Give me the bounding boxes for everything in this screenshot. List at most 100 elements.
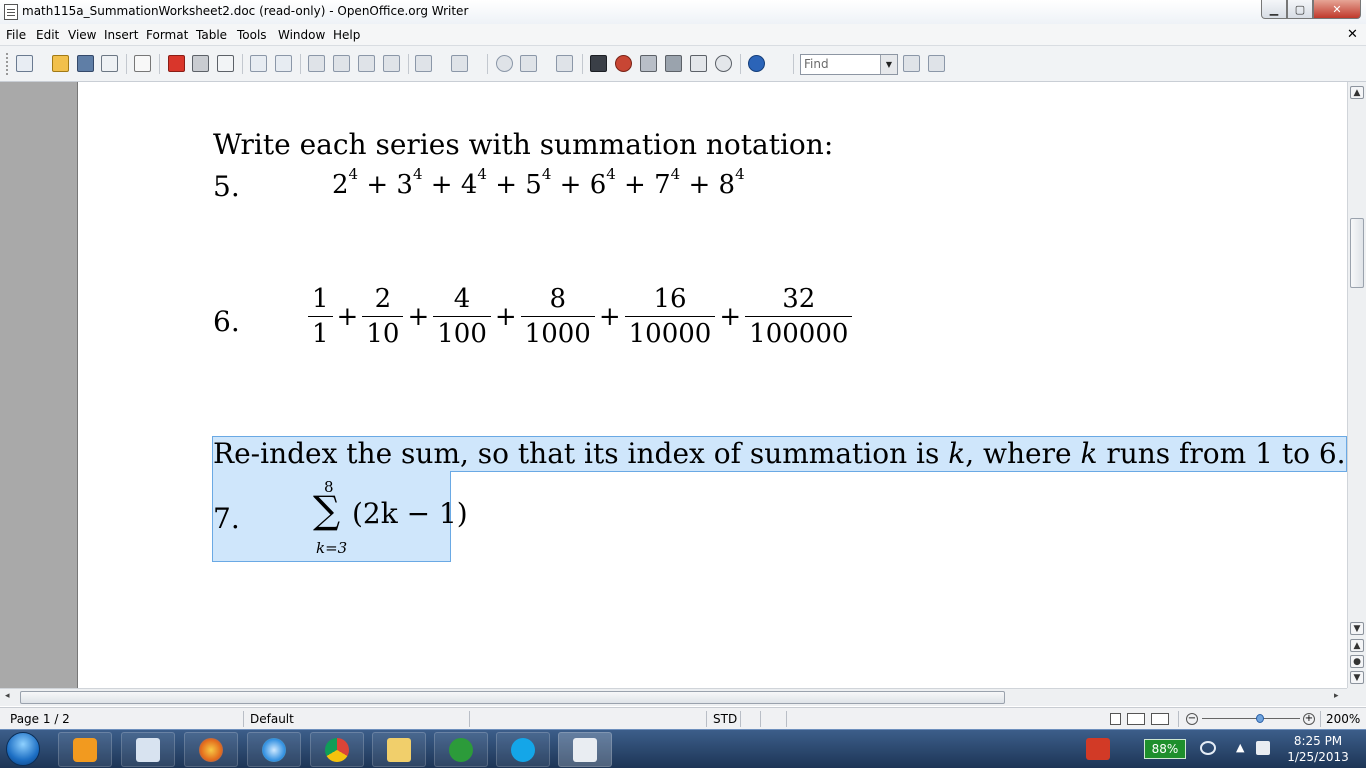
problem-6-number[interactable]: 6.: [213, 305, 240, 338]
instruction-heading-2[interactable]: Re-index the sum, so that its index of s…: [213, 437, 1346, 470]
open-icon[interactable]: [52, 55, 69, 72]
previous-page-icon[interactable]: ▲: [1350, 639, 1364, 652]
email-icon[interactable]: [101, 55, 118, 72]
zoom-level[interactable]: 200%: [1326, 712, 1360, 726]
zoom-slider-thumb[interactable]: [1256, 714, 1264, 723]
spellcheck-icon[interactable]: [250, 55, 267, 72]
problem-5-number[interactable]: 5.: [213, 170, 240, 203]
toolbar-grip[interactable]: [6, 53, 10, 75]
toolbar-separator: [126, 54, 127, 74]
remote-app-icon[interactable]: [121, 732, 175, 767]
internet-explorer-icon[interactable]: [247, 732, 301, 767]
power-plug-icon[interactable]: [1200, 741, 1216, 755]
clone-format-icon[interactable]: [383, 55, 400, 72]
paste-icon[interactable]: [358, 55, 375, 72]
autospellcheck-icon[interactable]: [275, 55, 292, 72]
scroll-left-icon[interactable]: ◂: [5, 691, 10, 701]
clock-time[interactable]: 8:25 PM: [1283, 734, 1353, 748]
find-previous-up-icon[interactable]: [928, 55, 945, 72]
fraction: 32 100000: [745, 284, 853, 349]
vertical-scroll-thumb[interactable]: [1350, 218, 1364, 288]
data-sources-icon[interactable]: [640, 55, 657, 72]
menu-view[interactable]: View: [68, 28, 96, 42]
plus-sign: +: [495, 170, 517, 200]
gallery-icon[interactable]: [615, 55, 632, 72]
single-page-view-icon[interactable]: [1110, 713, 1121, 725]
zoom-in-icon[interactable]: +: [1303, 713, 1315, 725]
find-next-down-icon[interactable]: [903, 55, 920, 72]
firefox-icon[interactable]: [184, 732, 238, 767]
edit-file-icon[interactable]: [134, 55, 151, 72]
sigma-expression[interactable]: (2k − 1): [352, 497, 468, 530]
term-base: 4: [460, 170, 478, 200]
close-document-icon[interactable]: ✕: [1347, 27, 1358, 42]
multi-page-view-icon[interactable]: [1127, 713, 1145, 725]
file-explorer-icon[interactable]: [372, 732, 426, 767]
show-hidden-icons-icon[interactable]: ▲: [1236, 741, 1244, 754]
problem-5-expression[interactable]: 24 + 34 + 44 + 54 + 64 + 74 + 84: [332, 165, 745, 200]
problem-7-number[interactable]: 7.: [213, 502, 240, 535]
next-page-icon[interactable]: ▼: [1350, 671, 1364, 684]
selection-mode[interactable]: STD: [713, 712, 737, 726]
draw-functions-icon[interactable]: [556, 55, 573, 72]
menu-file[interactable]: File: [6, 28, 26, 42]
plus-sign: +: [688, 170, 711, 200]
save-icon[interactable]: [77, 55, 94, 72]
scroll-down-icon[interactable]: ▼: [1350, 622, 1364, 635]
scroll-right-icon[interactable]: ▸: [1334, 691, 1339, 701]
skype-icon[interactable]: [496, 732, 550, 767]
print-icon[interactable]: [192, 55, 209, 72]
cut-icon[interactable]: [308, 55, 325, 72]
navigation-icon[interactable]: ●: [1350, 655, 1364, 668]
battery-indicator[interactable]: 88%: [1144, 739, 1186, 759]
new-document-icon[interactable]: [16, 55, 33, 72]
media-player-icon[interactable]: [58, 732, 112, 767]
menu-insert[interactable]: Insert: [104, 28, 138, 42]
formatting-marks-pilcrow-icon[interactable]: [690, 55, 707, 72]
start-button-icon[interactable]: [6, 732, 40, 766]
scroll-up-icon[interactable]: ▲: [1350, 86, 1364, 99]
page-indicator[interactable]: Page 1 / 2: [10, 712, 70, 726]
menu-window[interactable]: Window: [278, 28, 325, 42]
plus-sign: +: [336, 301, 359, 332]
formatting-marks-icon[interactable]: [665, 55, 682, 72]
export-pdf-icon[interactable]: [168, 55, 185, 72]
table-icon[interactable]: [520, 55, 537, 72]
menu-table[interactable]: Table: [196, 28, 227, 42]
plus-sign: +: [624, 170, 646, 200]
undo-icon[interactable]: [415, 55, 432, 72]
minimize-button[interactable]: ▁: [1261, 0, 1287, 19]
horizontal-scrollbar[interactable]: ◂ ▸: [0, 688, 1347, 706]
find-dropdown-icon[interactable]: ▼: [880, 55, 897, 74]
page-style[interactable]: Default: [250, 712, 294, 726]
zoom-slider-track[interactable]: [1202, 718, 1300, 719]
notification-office-icon[interactable]: [1086, 738, 1110, 760]
redo-icon[interactable]: [451, 55, 468, 72]
page-preview-icon[interactable]: [217, 55, 234, 72]
hyperlink-icon[interactable]: [496, 55, 513, 72]
instruction-heading-1[interactable]: Write each series with summation notatio…: [213, 128, 833, 161]
clock-date[interactable]: 1/25/2013: [1283, 750, 1353, 764]
status-separator: [1320, 711, 1321, 727]
horizontal-scroll-thumb[interactable]: [20, 691, 1005, 704]
menu-help[interactable]: Help: [333, 28, 360, 42]
denominator: 1000: [524, 319, 591, 349]
zoom-icon[interactable]: [715, 55, 732, 72]
menu-edit[interactable]: Edit: [36, 28, 59, 42]
maximize-button[interactable]: ▢: [1287, 0, 1313, 19]
help-icon[interactable]: [748, 55, 765, 72]
zoom-out-icon[interactable]: −: [1186, 713, 1198, 725]
vertical-scrollbar[interactable]: ▲ ▼ ▲ ● ▼: [1347, 82, 1366, 688]
close-window-button[interactable]: ✕: [1313, 0, 1361, 19]
utorrent-icon[interactable]: [434, 732, 488, 767]
action-center-flag-icon[interactable]: [1256, 741, 1270, 755]
copy-icon[interactable]: [333, 55, 350, 72]
book-view-icon[interactable]: [1151, 713, 1169, 725]
navigator-icon[interactable]: [590, 55, 607, 72]
menu-tools[interactable]: Tools: [237, 28, 267, 42]
problem-6-expression[interactable]: 1 1 +2 10 +4 100 +8 1000 +16 10000 +32 100000: [308, 284, 853, 349]
chrome-icon[interactable]: [310, 732, 364, 767]
menu-format[interactable]: Format: [146, 28, 188, 42]
openoffice-writer-icon[interactable]: [558, 732, 612, 767]
heading-text: runs from 1 to 6.: [1097, 437, 1346, 470]
